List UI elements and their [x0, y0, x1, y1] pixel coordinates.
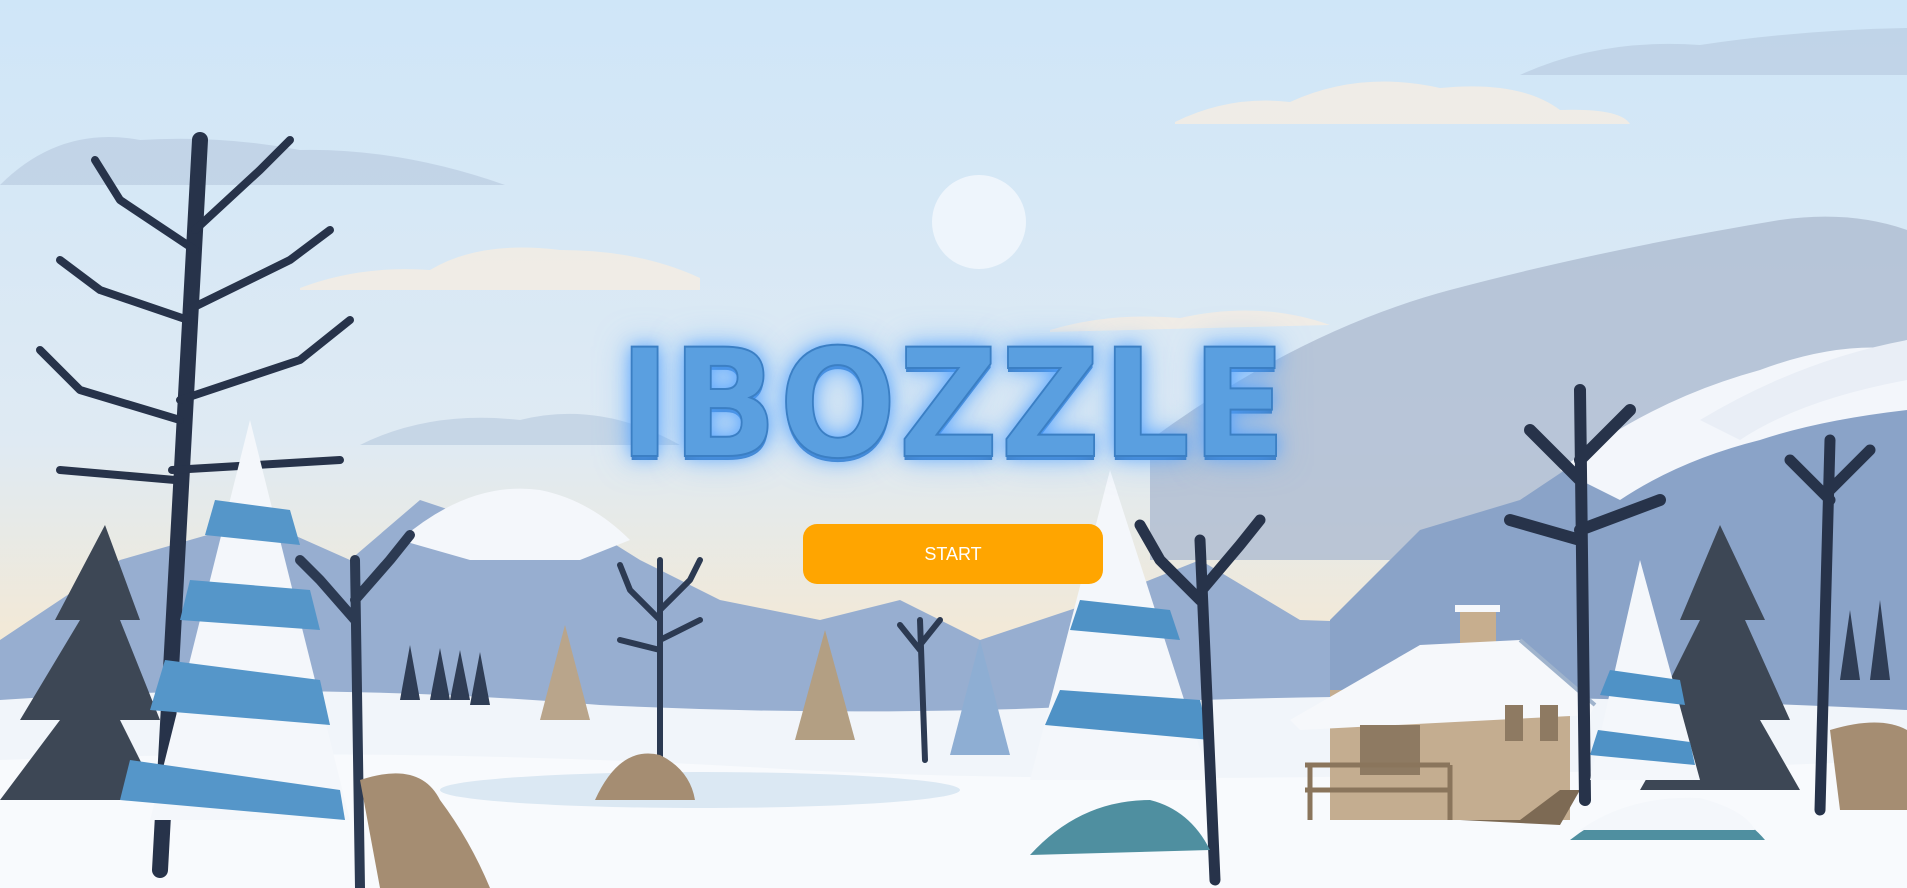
sun — [932, 175, 1026, 269]
game-title-logo: IBOZZLE — [618, 318, 1289, 492]
start-button[interactable]: START — [803, 524, 1103, 584]
